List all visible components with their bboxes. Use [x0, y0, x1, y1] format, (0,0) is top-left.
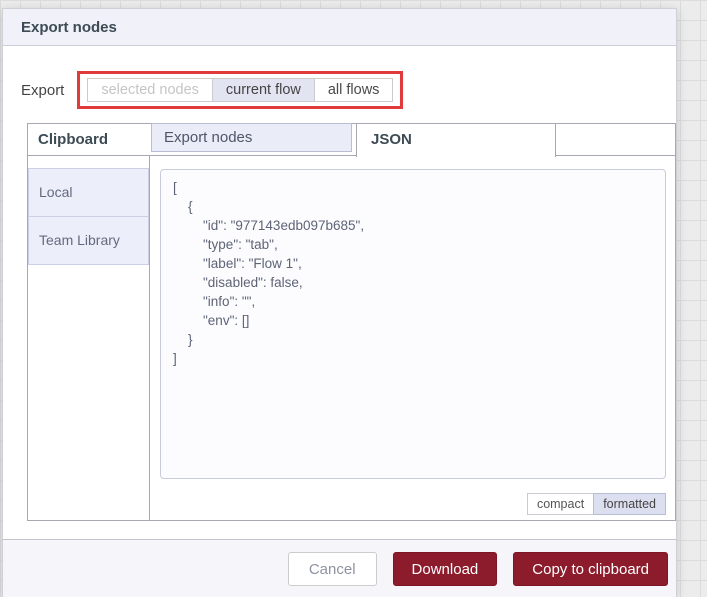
export-scope-button-group: selected nodes current flow all flows	[87, 78, 394, 102]
selected-nodes-button[interactable]: selected nodes	[87, 78, 213, 102]
current-flow-button[interactable]: current flow	[211, 78, 315, 102]
tab-clipboard[interactable]: Clipboard	[28, 124, 151, 155]
copy-to-clipboard-button[interactable]: Copy to clipboard	[513, 552, 668, 586]
sidebar-item-team-library[interactable]: Team Library	[28, 216, 149, 265]
dialog-header: Export nodes	[3, 9, 676, 46]
library-sidebar: Local Team Library	[28, 156, 150, 520]
format-toggle-group: compact formatted	[526, 493, 666, 515]
sidebar-item-local[interactable]: Local	[28, 168, 149, 217]
compact-button[interactable]: compact	[526, 493, 595, 515]
tab-json[interactable]: JSON	[356, 123, 556, 157]
formatted-button[interactable]: formatted	[593, 493, 666, 515]
tab-body: Local Team Library [ { "id": "977143edb0…	[28, 156, 675, 520]
dialog-title: Export nodes	[21, 18, 117, 36]
cancel-button[interactable]: Cancel	[287, 552, 377, 586]
json-panel: [ { "id": "977143edb097b685", "type": "t…	[150, 156, 675, 520]
json-export-textarea[interactable]: [ { "id": "977143edb097b685", "type": "t…	[160, 169, 666, 479]
all-flows-button[interactable]: all flows	[313, 78, 394, 102]
tab-export-nodes[interactable]: Export nodes	[151, 123, 352, 152]
tab-row: Clipboard Export nodes JSON	[28, 123, 675, 157]
export-scope-row: Export selected nodes current flow all f…	[21, 71, 404, 109]
annotation-highlight: selected nodes current flow all flows	[77, 71, 404, 109]
dialog-footer: Cancel Download Copy to clipboard	[3, 539, 676, 597]
export-tab-container: Clipboard Export nodes JSON Local Team L…	[27, 123, 676, 521]
node-red-workspace: { "dialog": { "title": "Export nodes", "…	[0, 0, 707, 597]
download-button[interactable]: Download	[392, 552, 498, 586]
export-dialog: Export nodes Export selected nodes curre…	[2, 8, 677, 597]
export-label: Export	[21, 81, 65, 99]
